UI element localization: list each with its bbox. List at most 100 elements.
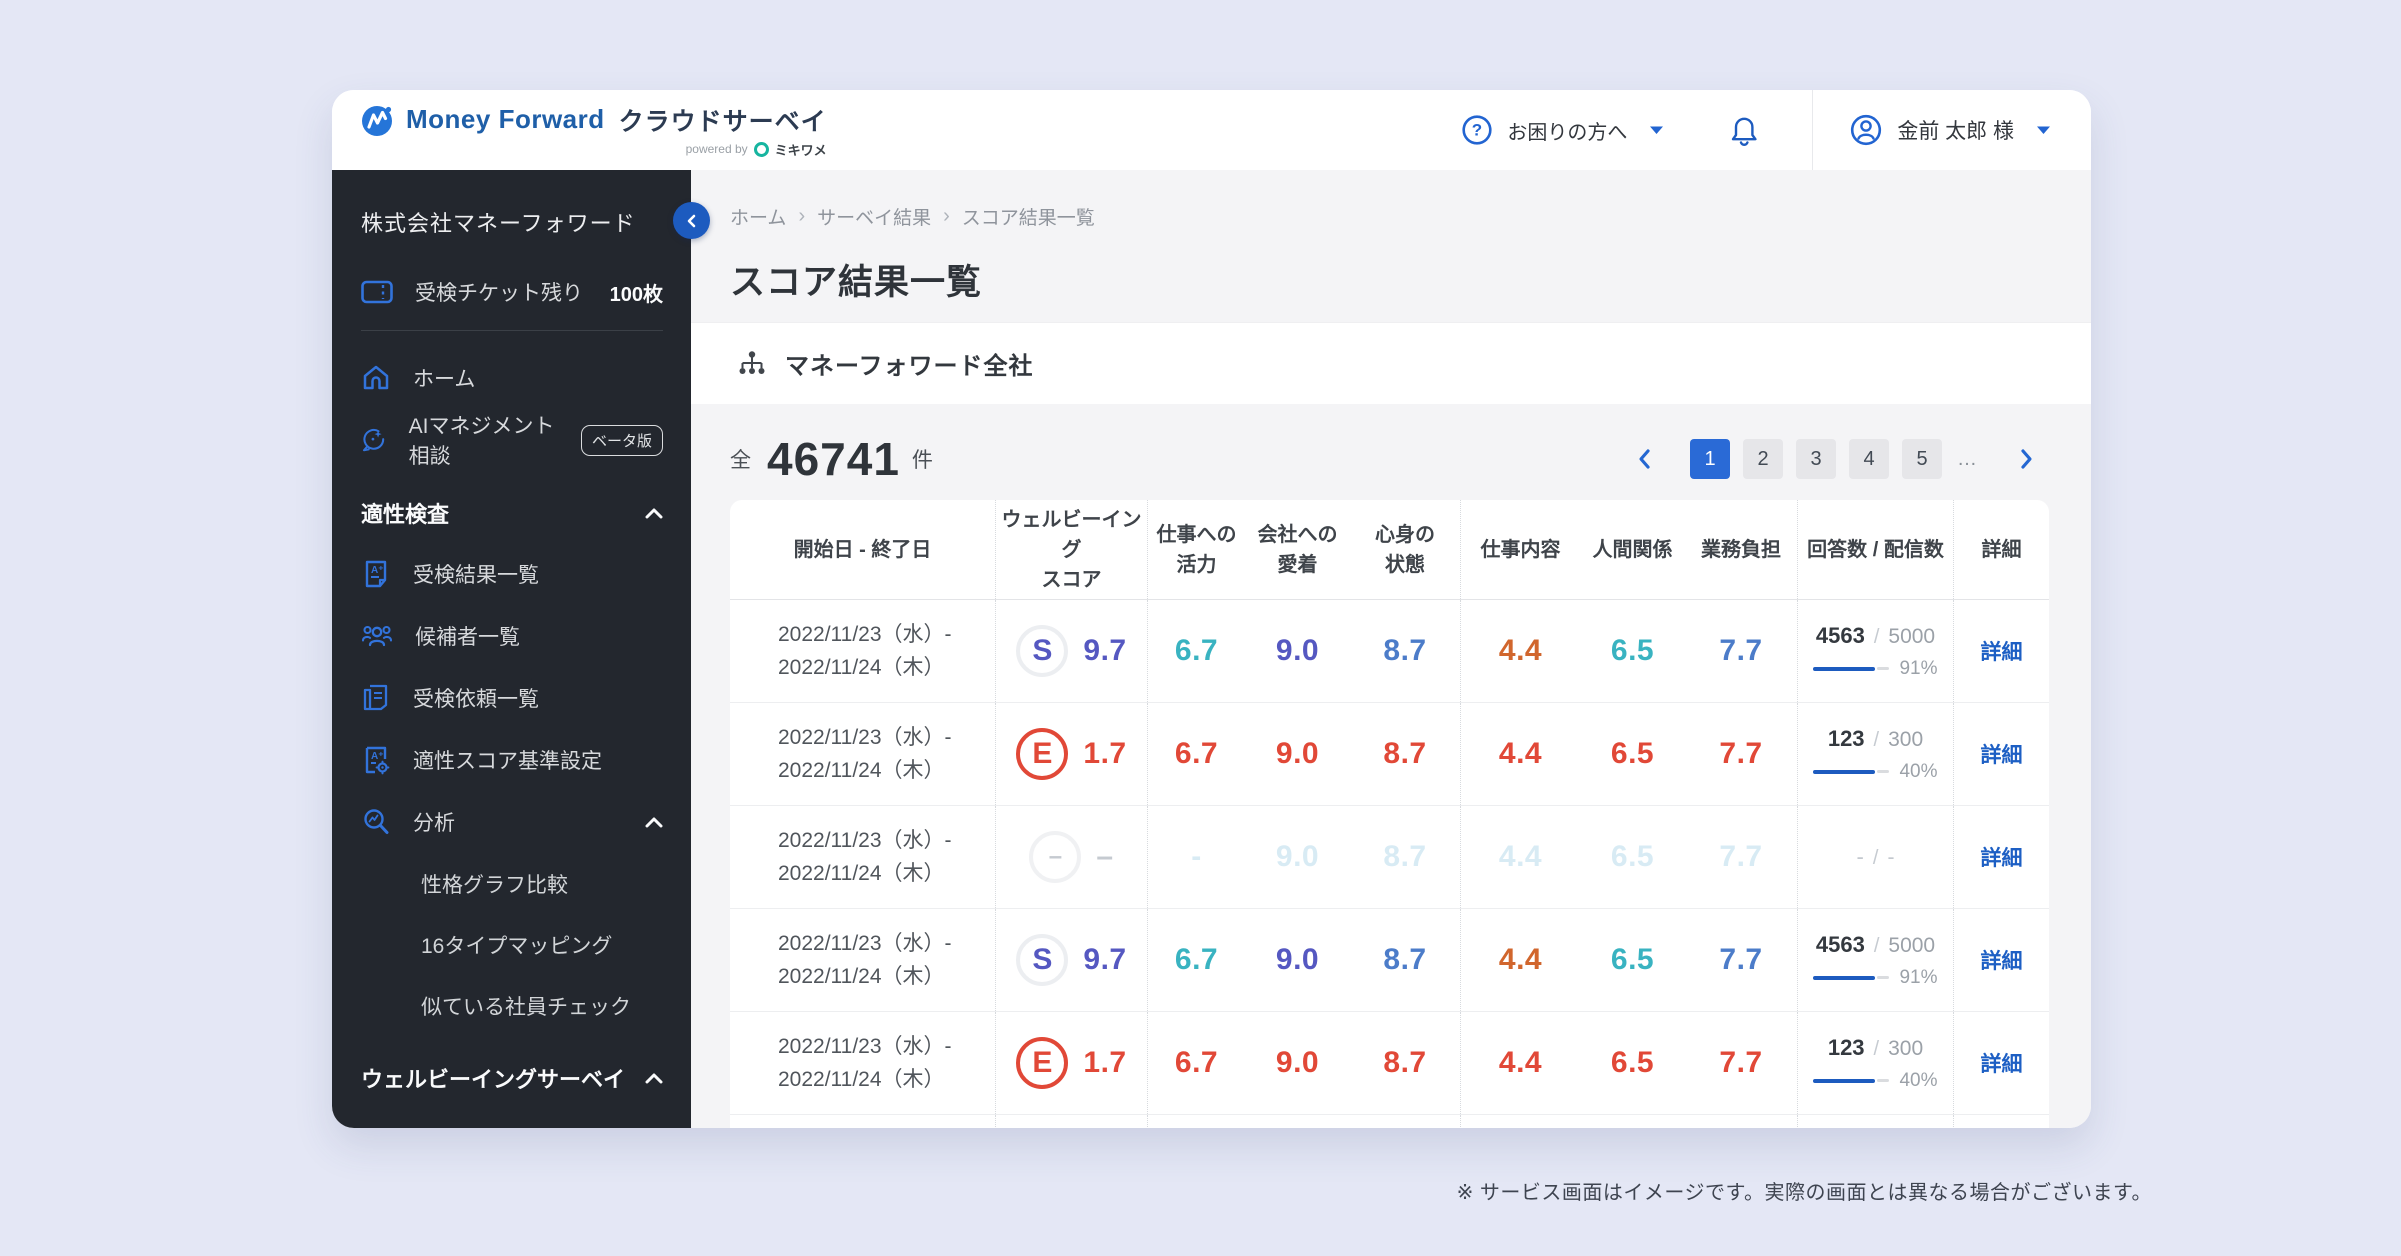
slash-separator: / (1873, 847, 1879, 870)
sidebar-item-label: 適性スコア基準設定 (413, 745, 602, 775)
people-icon (361, 621, 393, 651)
pagination-page-3[interactable]: 3 (1796, 439, 1836, 479)
document-result-icon: A⁺ (361, 559, 391, 589)
app-logo[interactable]: Money Forward クラウドサーベイ powered by ミキワメ (360, 102, 827, 159)
sidebar-section-wellbeing[interactable]: ウェルビーイングサーベイ (361, 1048, 663, 1108)
date-start: 2022/11/23（水）- (778, 824, 952, 857)
documents-icon (361, 683, 391, 713)
answered-count: 123 (1828, 1035, 1865, 1061)
help-menu[interactable]: ? お困りの方へ (1461, 114, 1664, 146)
company-name: 株式会社マネーフォワード (361, 206, 663, 238)
grade-badge: S (1016, 625, 1068, 677)
col-header-detail: 詳細 (1953, 500, 2049, 599)
pagination-page-1[interactable]: 1 (1690, 439, 1730, 479)
human-relations-cell: 6.5 (1580, 600, 1685, 702)
pagination-page-2[interactable]: 2 (1743, 439, 1783, 479)
response-rate-bar (1813, 770, 1889, 774)
wellbeing-score-cell: E 1.7 (995, 1012, 1147, 1114)
human-relations-cell: 6.5 (1580, 703, 1685, 805)
notifications-button[interactable] (1728, 113, 1760, 147)
table-header-row: 開始日 - 終了日 ウェルビーイング スコア 仕事への 活力 会社への 愛着 心… (730, 500, 2049, 600)
sidebar-subitem-16type-mapping[interactable]: 16タイプマッピング (361, 914, 663, 975)
disclaimer-note: ※ サービス画面はイメージです。実際の画面とは異なる場合がございます。 (1457, 1176, 2152, 1205)
work-vitality-score: 6.7 (1175, 1046, 1218, 1080)
sidebar-divider (361, 330, 663, 331)
job-content-cell: 4.4 (1460, 806, 1580, 908)
job-content-cell: 4.4 (1460, 703, 1580, 805)
detail-link[interactable]: 詳細 (1981, 842, 2023, 872)
col-header-wellbeing-score: ウェルビーイング スコア (995, 500, 1147, 599)
detail-cell: 詳細 (1953, 600, 2049, 702)
detail-cell: 詳細 (1953, 806, 2049, 908)
wellbeing-score: 9.7 (1083, 634, 1126, 668)
sidebar-item-exam-results[interactable]: A⁺ 受検結果一覧 (361, 543, 663, 605)
user-menu[interactable]: 金前 太郎 様 (1812, 90, 2091, 170)
svg-text:A⁺: A⁺ (371, 565, 384, 576)
mind-body-condition-score: 8.7 (1383, 634, 1426, 668)
chevron-down-icon (2036, 125, 2051, 135)
workload-cell: 7.7 (1685, 1115, 1797, 1128)
date-end: 2022/11/24（木） (778, 754, 952, 787)
org-selector[interactable]: マネーフォワード全社 (691, 322, 2091, 404)
date-end: 2022/11/24（木） (778, 857, 952, 890)
breadcrumb-survey-results[interactable]: サーベイ結果 (817, 203, 931, 230)
slash-separator: / (1874, 935, 1880, 958)
col-header-responses: 回答数 / 配信数 (1797, 500, 1953, 599)
sidebar-item-candidates[interactable]: 候補者一覧 (361, 605, 663, 667)
sidebar-item-label: 受検結果一覧 (413, 559, 539, 589)
sidebar-collapse-button[interactable] (673, 202, 710, 239)
pagination-next-button[interactable] (2008, 448, 2045, 470)
breadcrumb-separator: › (798, 205, 805, 228)
job-content-cell: 4.4 (1460, 1012, 1580, 1114)
responses-cell: - / - (1797, 806, 1953, 908)
brand-name: Money Forward (406, 104, 605, 135)
sidebar-subitem-personality-graph[interactable]: 性格グラフ比較 (361, 853, 663, 914)
pagination-page-4[interactable]: 4 (1849, 439, 1889, 479)
help-label: お困りの方へ (1507, 116, 1627, 145)
breadcrumb-separator: › (943, 205, 950, 228)
sidebar-section-aptitude[interactable]: 適性検査 (361, 483, 663, 543)
sidebar-item-ai-management[interactable]: AIマネジメント相談 ベータ版 (361, 409, 663, 471)
mind-body-condition-score: 8.7 (1383, 943, 1426, 977)
response-counts: 4563 / 5000 (1816, 623, 1935, 649)
response-rate: 40% (1899, 1070, 1937, 1092)
sidebar-subitem-similar-employee[interactable]: 似ている社員チェック (361, 975, 663, 1036)
ticket-icon (361, 280, 393, 304)
response-rate-row: 40% (1813, 1070, 1937, 1092)
chevron-right-icon (2018, 448, 2035, 470)
detail-link[interactable]: 詳細 (1981, 739, 2023, 769)
work-vitality-cell: 6.7 (1147, 600, 1245, 702)
job-content-score: 4.4 (1499, 840, 1542, 874)
job-content-score: 4.4 (1499, 737, 1542, 771)
sidebar-item-analysis[interactable]: 分析 (361, 791, 663, 853)
answered-count: - (1857, 844, 1864, 870)
wellbeing-score: 9.7 (1083, 943, 1126, 977)
col-header-human-relations: 人間関係 (1580, 500, 1685, 599)
grade-badge: – (1029, 831, 1081, 883)
workload-cell: 7.7 (1685, 1012, 1797, 1114)
detail-link[interactable]: 詳細 (1981, 1048, 2023, 1078)
mind-body-condition-cell: 8.7 (1350, 1012, 1460, 1114)
detail-link[interactable]: 詳細 (1981, 636, 2023, 666)
date-end: 2022/11/24（木） (778, 1063, 952, 1096)
org-name: マネーフォワード全社 (785, 346, 1034, 381)
col-header-mind-body-condition: 心身の 状態 (1350, 500, 1460, 599)
home-icon (361, 363, 391, 393)
col-header-workload: 業務負担 (1685, 500, 1797, 599)
pagination-prev-button[interactable] (1626, 448, 1663, 470)
detail-link[interactable]: 詳細 (1981, 945, 2023, 975)
sidebar-item-home[interactable]: ホーム (361, 347, 663, 409)
human-relations-cell: 6.5 (1580, 1012, 1685, 1114)
sidebar-item-label: 候補者一覧 (415, 621, 520, 651)
workload-cell: 7.7 (1685, 909, 1797, 1011)
table-row: 2022/11/23（水）- 2022/11/24（木） E 1.7 6.7 9… (730, 1012, 2049, 1115)
sidebar-item-score-criteria[interactable]: A⁺ 適性スコア基準設定 (361, 729, 663, 791)
sidebar: 株式会社マネーフォワード 受検チケット残り 100枚 ホーム (332, 170, 691, 1128)
sidebar-item-exam-requests[interactable]: 受検依頼一覧 (361, 667, 663, 729)
topbar: Money Forward クラウドサーベイ powered by ミキワメ ?… (332, 90, 2091, 170)
help-icon: ? (1461, 114, 1493, 146)
response-rate-bar (1813, 976, 1889, 980)
work-vitality-cell: 6.7 (1147, 703, 1245, 805)
breadcrumb-home[interactable]: ホーム (730, 203, 786, 230)
pagination-page-5[interactable]: 5 (1902, 439, 1942, 479)
